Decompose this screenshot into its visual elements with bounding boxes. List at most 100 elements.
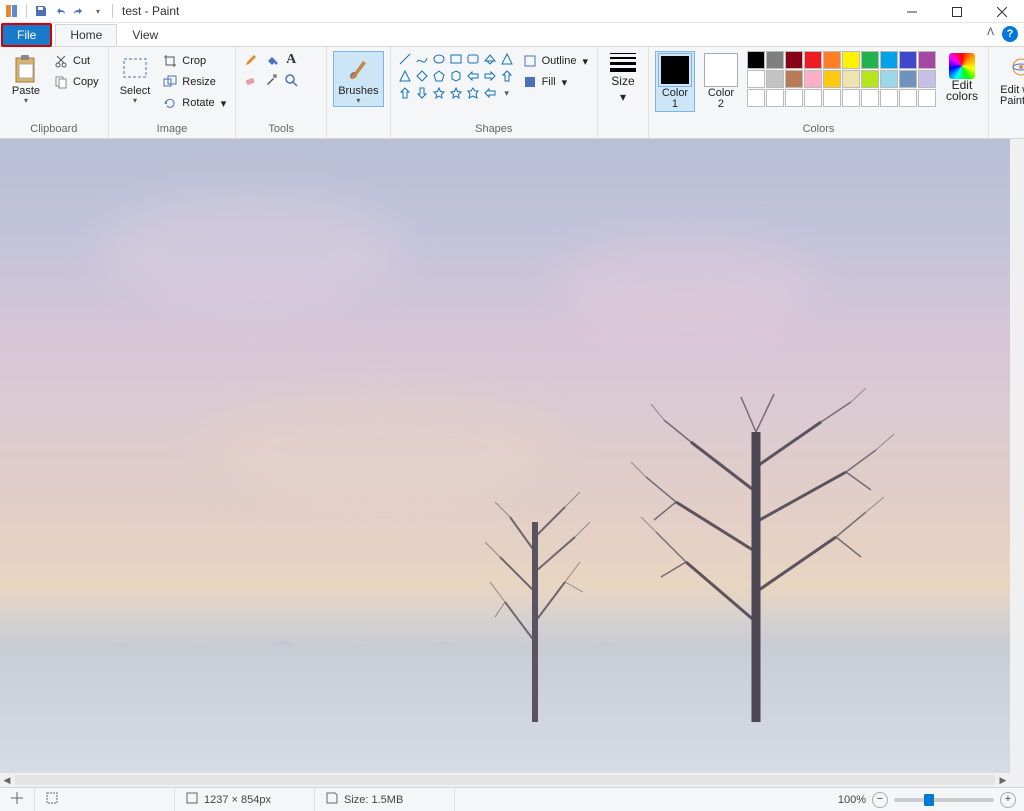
chevron-down-icon: ▾ — [620, 90, 626, 104]
outline-icon — [522, 53, 538, 69]
home-tab[interactable]: Home — [55, 24, 117, 46]
color-swatch-empty[interactable] — [804, 89, 822, 107]
crop-icon — [162, 53, 178, 69]
color-swatch[interactable] — [861, 51, 879, 69]
ribbon-tabs: File Home View ᐱ ? — [0, 23, 1024, 47]
selection-size-cell — [35, 788, 175, 811]
chevron-down-icon: ▾ — [24, 98, 28, 104]
redo-icon[interactable] — [71, 3, 87, 19]
color-swatch[interactable] — [823, 70, 841, 88]
maximize-button[interactable] — [934, 0, 979, 23]
scroll-left-icon[interactable]: ◀ — [0, 775, 14, 786]
cut-button[interactable]: Cut — [50, 51, 102, 71]
color-swatch[interactable] — [861, 70, 879, 88]
crop-button[interactable]: Crop — [159, 51, 229, 71]
group-brushes: Brushes ▾ — [327, 47, 390, 138]
color-palette[interactable] — [747, 51, 936, 107]
color-swatch[interactable] — [899, 51, 917, 69]
pencil-tool[interactable] — [242, 51, 260, 69]
outline-button[interactable]: Outline▾ — [519, 51, 591, 71]
group-label: Clipboard — [6, 121, 102, 138]
undo-icon[interactable] — [52, 3, 68, 19]
color-swatch[interactable] — [766, 70, 784, 88]
edit-colors-button[interactable]: Edit colors — [942, 51, 982, 104]
paint3d-icon — [1006, 54, 1024, 84]
color-swatch[interactable] — [747, 70, 765, 88]
color-swatch-empty[interactable] — [766, 89, 784, 107]
color-swatch[interactable] — [880, 51, 898, 69]
color2-button[interactable]: Color 2 — [701, 51, 741, 112]
color-swatch-empty[interactable] — [880, 89, 898, 107]
window-title: test - Paint — [122, 4, 179, 18]
color-swatch[interactable] — [842, 70, 860, 88]
zoom-out-button[interactable]: − — [872, 792, 888, 808]
close-button[interactable] — [979, 0, 1024, 23]
color-swatch[interactable] — [785, 70, 803, 88]
horizontal-scrollbar[interactable]: ◀ ▶ — [0, 773, 1010, 787]
titlebar: ▾ test - Paint — [0, 0, 1024, 23]
ribbon: Paste ▾ Cut Copy Clipboard Select ▾ — [0, 47, 1024, 139]
color-swatch[interactable] — [823, 51, 841, 69]
color-swatch[interactable] — [804, 51, 822, 69]
color-swatch[interactable] — [918, 51, 936, 69]
canvas[interactable] — [0, 139, 1010, 773]
group-shapes: ▾ Outline▾ Fill▾ Shapes — [391, 47, 598, 138]
cursor-position-cell — [0, 788, 35, 811]
minimize-button[interactable] — [889, 0, 934, 23]
chevron-down-icon: ▾ — [133, 98, 137, 104]
rotate-icon — [162, 95, 178, 111]
separator — [112, 4, 113, 18]
paste-button[interactable]: Paste ▾ — [6, 51, 46, 107]
color-swatch[interactable] — [880, 70, 898, 88]
image-dim-icon — [185, 791, 199, 808]
view-tab[interactable]: View — [117, 24, 173, 46]
help-icon[interactable]: ? — [1002, 26, 1018, 42]
vertical-scrollbar[interactable] — [1010, 139, 1024, 773]
color-swatch-empty[interactable] — [823, 89, 841, 107]
zoom-slider[interactable] — [894, 798, 994, 802]
brushes-button[interactable]: Brushes ▾ — [333, 51, 383, 107]
color-swatch-empty[interactable] — [747, 89, 765, 107]
file-tab[interactable]: File — [2, 24, 51, 46]
color-swatch-empty[interactable] — [918, 89, 936, 107]
group-colors: Color 1 Color 2 Edit colors Colors — [649, 47, 989, 138]
scroll-right-icon[interactable]: ▶ — [996, 775, 1010, 786]
group-tools: A Tools — [236, 47, 327, 138]
collapse-ribbon-icon[interactable]: ᐱ — [987, 27, 994, 38]
eraser-tool[interactable] — [242, 71, 260, 89]
color-picker-tool[interactable] — [262, 71, 280, 89]
color-swatch-empty[interactable] — [842, 89, 860, 107]
color-swatch[interactable] — [785, 51, 803, 69]
color-swatch[interactable] — [804, 70, 822, 88]
color-swatch-empty[interactable] — [899, 89, 917, 107]
color-swatch-empty[interactable] — [861, 89, 879, 107]
color-swatch[interactable] — [766, 51, 784, 69]
color-swatch[interactable] — [918, 70, 936, 88]
shapes-gallery[interactable]: ▾ — [397, 51, 515, 101]
group-label: Shapes — [397, 121, 591, 138]
color1-button[interactable]: Color 1 — [655, 51, 695, 112]
fill-tool[interactable] — [262, 51, 280, 69]
rotate-button[interactable]: Rotate▾ — [159, 93, 229, 113]
size-button[interactable]: Size ▾ — [606, 51, 640, 106]
save-icon[interactable] — [33, 3, 49, 19]
color-swatch[interactable] — [899, 70, 917, 88]
image-dimensions-cell: 1237 × 854px — [175, 788, 315, 811]
crosshair-icon — [10, 791, 24, 808]
zoom-in-button[interactable]: + — [1000, 792, 1016, 808]
paint3d-button[interactable]: Edit with Paint 3D — [995, 51, 1024, 110]
magnifier-tool[interactable] — [282, 71, 300, 89]
fill-button[interactable]: Fill▾ — [519, 72, 591, 92]
color-swatch-empty[interactable] — [785, 89, 803, 107]
copy-button[interactable]: Copy — [50, 72, 102, 92]
select-button[interactable]: Select ▾ — [115, 51, 156, 107]
text-tool[interactable]: A — [282, 51, 300, 69]
group-paint3d: Edit with Paint 3D — [989, 47, 1024, 138]
color-swatch[interactable] — [747, 51, 765, 69]
color-swatch[interactable] — [842, 51, 860, 69]
canvas-area: ◀ ▶ — [0, 139, 1024, 787]
select-icon — [120, 54, 150, 84]
qat-dropdown-icon[interactable]: ▾ — [90, 3, 106, 19]
size-icon — [610, 53, 636, 72]
resize-button[interactable]: Resize — [159, 72, 229, 92]
